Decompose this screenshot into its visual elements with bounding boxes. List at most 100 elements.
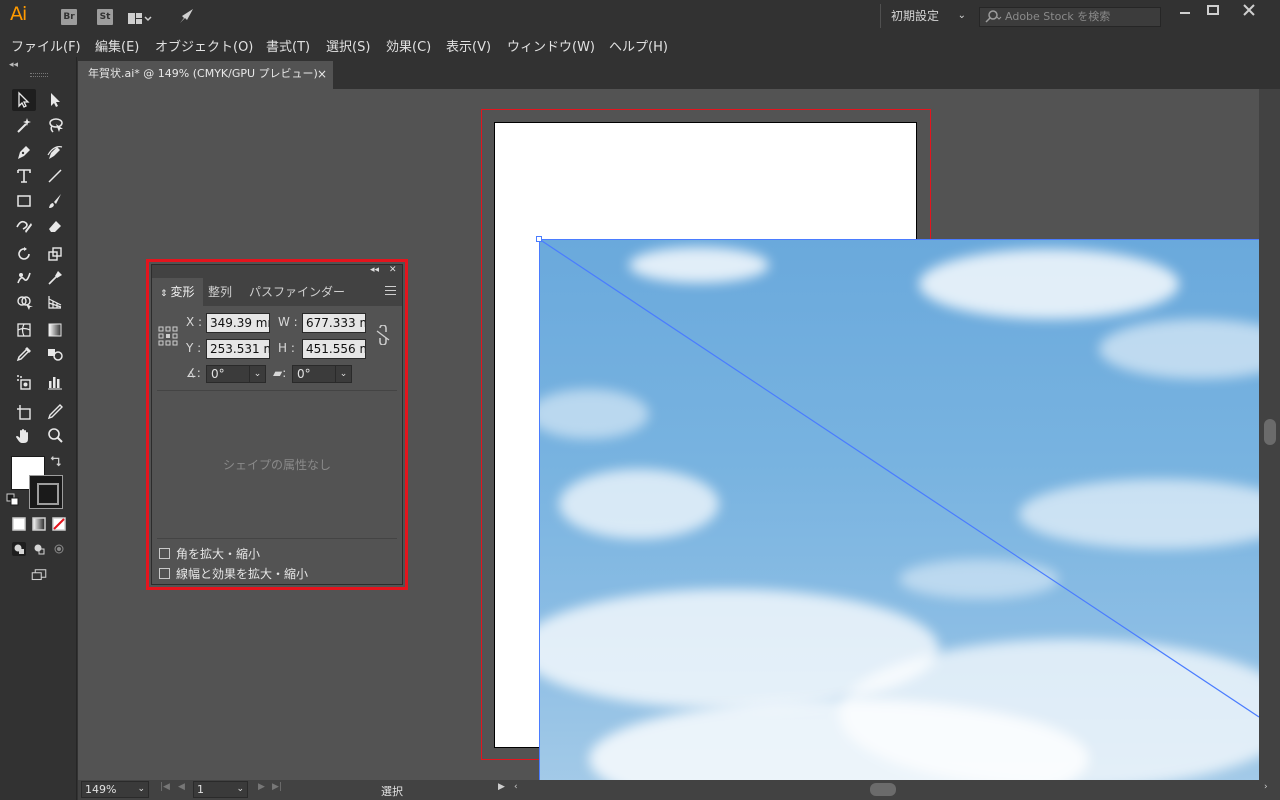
app-logo: Ai [10,3,27,25]
graph-icon[interactable] [43,371,67,393]
status-menu-arrow-icon[interactable]: ▶ [498,782,505,792]
screen-mode-icon[interactable] [27,565,51,585]
next-artboard-icon[interactable]: ▶ [258,782,265,792]
eraser-icon[interactable] [43,215,67,237]
divider [157,390,397,391]
x-label: X : [186,315,203,329]
zoom-icon[interactable] [43,425,67,447]
curvature-icon[interactable] [43,141,67,163]
scale-corners-option[interactable]: 角を拡大・縮小 [159,545,260,562]
shaper-icon[interactable] [12,215,36,237]
blend-icon[interactable] [43,343,67,365]
vertical-scrollbar[interactable] [1259,89,1280,780]
menu-object[interactable]: オブジェクト(O) [155,36,253,55]
rotate-angle-icon: ∡: [186,366,201,380]
direct-selection-icon[interactable] [43,89,67,111]
slice-icon[interactable] [43,401,67,423]
artboard-icon[interactable] [12,401,36,423]
type-icon[interactable] [12,165,36,187]
first-artboard-icon[interactable]: |◀ [160,782,170,792]
scale-icon[interactable] [43,243,67,265]
menu-window[interactable]: ウィンドウ(W) [507,36,595,55]
magic-wand-icon[interactable] [12,114,36,136]
close-panel-icon[interactable]: ✕ [389,265,397,275]
constrain-proportions-icon[interactable] [374,324,392,346]
swap-fill-stroke-icon[interactable] [48,453,64,469]
workspace-label: 初期設定 [891,9,940,23]
stock-button[interactable]: St [97,9,113,25]
stock-search-placeholder: Adobe Stock を検索 [1005,10,1111,23]
scale-corners-checkbox[interactable] [159,548,170,559]
scale-strokes-label: 線幅と効果を拡大・縮小 [176,567,309,581]
color-mode-icon[interactable] [9,515,29,533]
reference-point-icon[interactable] [158,326,178,346]
stroke-swatch[interactable] [29,475,63,509]
zoom-select[interactable]: 149% ⌄ [81,781,149,798]
paintbrush-icon[interactable] [43,190,67,212]
arrange-documents-icon[interactable] [128,10,152,24]
lasso-icon[interactable] [43,114,67,136]
collapse-panel-icon[interactable]: ◂◂ [370,265,379,275]
tab-pathfinder[interactable]: パスファインダー [241,278,353,306]
panel-grip[interactable] [30,73,48,77]
anchor-point[interactable] [536,236,542,242]
tab-transform[interactable]: ⇕ 変形 [152,278,203,306]
menu-select[interactable]: 選択(S) [326,36,370,55]
panel-menu-icon[interactable] [385,286,396,295]
gradient-icon[interactable] [43,319,67,341]
menu-effect[interactable]: 効果(C) [386,36,431,55]
rotate-angle-select[interactable]: 0° ⌄ [206,365,266,383]
draw-inside-icon[interactable] [49,540,69,558]
vertical-scroll-thumb[interactable] [1264,419,1276,445]
menu-edit[interactable]: 編集(E) [95,36,139,55]
shape-builder-icon[interactable] [12,291,36,313]
maximize-button[interactable] [1197,0,1229,22]
last-artboard-icon[interactable]: ▶| [272,782,282,792]
bridge-button[interactable]: Br [61,9,77,25]
x-field[interactable]: 349.39 mm [206,313,270,333]
menu-type[interactable]: 書式(T) [266,36,310,55]
shear-angle-select[interactable]: 0° ⌄ [292,365,352,383]
scale-strokes-option[interactable]: 線幅と効果を拡大・縮小 [159,565,308,582]
menu-help[interactable]: ヘルプ(H) [609,36,668,55]
horizontal-scroll-thumb[interactable] [870,783,896,796]
symbol-sprayer-icon[interactable] [12,371,36,393]
height-field[interactable]: 451.556 mm [302,339,366,359]
line-icon[interactable] [43,165,67,187]
stock-search-input[interactable]: Adobe Stock を検索 [979,7,1161,27]
pen-icon[interactable] [12,141,36,163]
gpu-performance-icon[interactable] [178,7,196,25]
scroll-right-icon[interactable]: › [1264,782,1268,792]
document-tab[interactable]: 年賀状.ai* @ 149% (CMYK/GPU プレビュー) × [78,61,333,89]
width-field[interactable]: 677.333 mm [302,313,366,333]
none-mode-icon[interactable] [49,515,69,533]
mesh-icon[interactable] [12,319,36,341]
close-tab-icon[interactable]: × [317,61,327,87]
chevron-down-icon: ⌄ [335,366,351,382]
panel-header[interactable]: ◂◂ ✕ [152,265,402,278]
scroll-left-icon[interactable]: ‹ [514,782,518,792]
workspace-switcher[interactable]: 初期設定 ⌄ [880,4,972,28]
previous-artboard-icon[interactable]: ◀ [178,782,185,792]
menu-file[interactable]: ファイル(F) [11,36,81,55]
tools-panel: ◂◂ [0,57,77,800]
gradient-mode-icon[interactable] [29,515,49,533]
perspective-grid-icon[interactable] [43,291,67,313]
warp-icon[interactable] [12,267,36,289]
hand-icon[interactable] [12,425,36,447]
puppet-warp-icon[interactable] [43,267,67,289]
artboard-number-select[interactable]: 1 ⌄ [193,781,248,798]
eyedropper-icon[interactable] [12,343,36,365]
y-field[interactable]: 253.531 mm [206,339,270,359]
draw-normal-icon[interactable] [9,540,29,558]
draw-behind-icon[interactable] [29,540,49,558]
tab-align[interactable]: 整列 [200,278,240,306]
default-fill-stroke-icon[interactable] [6,493,20,507]
rotate-icon[interactable] [12,243,36,265]
close-window-button[interactable] [1233,0,1265,22]
selection-tool-icon[interactable] [12,89,36,111]
menu-view[interactable]: 表示(V) [446,36,491,55]
rectangle-icon[interactable] [12,190,36,212]
collapse-panel-icon[interactable]: ◂◂ [9,60,18,70]
scale-strokes-checkbox[interactable] [159,568,170,579]
